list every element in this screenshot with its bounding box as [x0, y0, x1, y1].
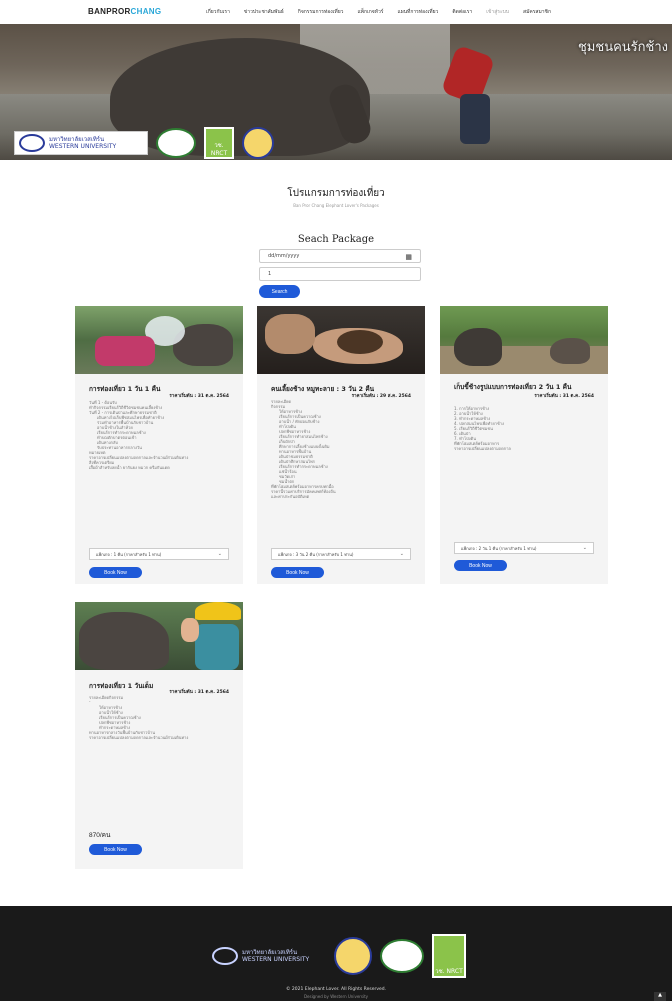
brand-text-accent: CHANG — [130, 7, 162, 16]
date-input[interactable]: dd/mm/yyyy ▦ — [259, 249, 421, 263]
mahout-pants — [460, 94, 490, 144]
package-date: ราคาเริ่มต้น : 31 ต.ค. 2564 — [534, 394, 594, 399]
nrct-text: วช. NRCT — [210, 142, 228, 157]
select-value: แพ็กเกจ : 1 คืน (ราคาสำหรับ 1 ท่าน) — [96, 551, 162, 557]
select-value: แพ็กเกจ : 2 วัน 1 คืน (ราคาสำหรับ 1 ท่าน… — [461, 545, 537, 551]
package-photo — [75, 602, 243, 670]
nrct-logo: วช. NRCT — [432, 934, 466, 978]
package-title: การท่องเที่ยว 1 วัน 1 คืน — [89, 385, 161, 393]
nav-links: เกี่ยวกับเรา ข่าวประชาสัมพันธ์ กิจกรรมกา… — [206, 8, 565, 16]
footer-copyright: © 2021 Elephant Lover. All Rights Reserv… — [285, 987, 387, 992]
package-card: การท่องเที่ยว 1 วันเต็ม ราคาเริ่มต้น : 3… — [75, 602, 243, 869]
package-option-select[interactable]: แพ็กเกจ : 2 วัน 1 คืน (ราคาสำหรับ 1 ท่าน… — [454, 542, 594, 554]
wu-logo-thai: มหาวิทยาลัยเวสเทิร์น — [49, 136, 105, 143]
search-button[interactable]: Search — [259, 285, 300, 298]
package-photo — [75, 306, 243, 374]
wu-logo-en: WESTERN UNIVERSITY — [49, 143, 117, 150]
package-card: เก็บขี้ช้างรูปแบบการท่องเที่ยว 2 วัน 1 ค… — [440, 306, 608, 584]
wu-ring-icon — [19, 134, 45, 152]
package-details: วันที่ 1 - ต้อนรับ ทำกิจกรรมเรียนรู้วิถี… — [89, 399, 229, 469]
footer: มหาวิทยาลัยเวสเทิร์น WESTERN UNIVERSITY … — [0, 906, 672, 1001]
hero-title: ชุมชนคนรักช้าง — [577, 40, 668, 55]
section-subtitle: Ban Pror Chang Elephant Lover's Packages — [293, 203, 379, 208]
green-emblem-logo — [380, 939, 424, 973]
wu-logo-thai: มหาวิทยาลัยเวสเทิร์น — [242, 949, 298, 956]
seal-logo — [334, 937, 372, 975]
partner-logos: มหาวิทยาลัยเวสเทิร์น WESTERN UNIVERSITY … — [14, 127, 274, 159]
chevron-down-icon: ⌄ — [217, 551, 222, 557]
brand-text: BANPROR — [88, 7, 131, 16]
nrct-logo: วช. NRCT — [204, 127, 234, 159]
book-now-button[interactable]: Book Now — [89, 844, 142, 855]
nav-item-contact[interactable]: ติดต่อเรา — [452, 8, 472, 16]
nav-item-news[interactable]: ข่าวประชาสัมพันธ์ — [244, 8, 284, 16]
chevron-down-icon: ⌄ — [582, 545, 587, 551]
nav-item-packages[interactable]: แพ็กเกจทัวร์ — [357, 8, 383, 16]
package-option-select[interactable]: แพ็กเกจ : 3 วัน 2 คืน (ราคาสำหรับ 1 ท่าน… — [271, 548, 411, 560]
date-input-value: dd/mm/yyyy — [268, 253, 300, 259]
seal-logo — [242, 127, 274, 159]
book-now-button[interactable]: Book Now — [271, 567, 324, 578]
footer-logos: มหาวิทยาลัยเวสเทิร์น WESTERN UNIVERSITY … — [208, 934, 466, 978]
scroll-to-top-button[interactable]: ▲ — [654, 992, 666, 1001]
detail-line: เสื้อผ้าสำหรับลุยน้ำ ยากันยุง หมวก ครีมก… — [89, 465, 170, 469]
package-title: การท่องเที่ยว 1 วันเต็ม — [89, 682, 154, 690]
search-title: Seach Package — [297, 234, 375, 245]
package-title: เก็บขี้ช้างรูปแบบการท่องเที่ยว 2 วัน 1 ค… — [454, 383, 572, 391]
book-now-button[interactable]: Book Now — [454, 560, 507, 571]
detail-line: และค่าประกันอุบัติเหตุ — [271, 494, 310, 498]
nav-item-map[interactable]: แผนที่การท่องเที่ยว — [397, 8, 438, 16]
package-details: รายละเอียด กิจกรรม ให้อาหารช้าง เรียนรู้… — [271, 398, 411, 498]
people-input[interactable]: 1 — [259, 267, 421, 281]
nav-item-about[interactable]: เกี่ยวกับเรา — [206, 8, 230, 16]
chevron-down-icon: ⌄ — [399, 551, 404, 557]
wu-logo-en: WESTERN UNIVERSITY — [242, 956, 310, 963]
select-value: แพ็กเกจ : 3 วัน 2 คืน (ราคาสำหรับ 1 ท่าน… — [278, 551, 354, 557]
nav-item-register[interactable]: สมัครสมาชิก — [523, 8, 551, 16]
package-card: การท่องเที่ยว 1 วัน 1 คืน ราคาเริ่มต้น :… — [75, 306, 243, 584]
package-details: รายละเอียดกิจกรรม - ให้อาหารช้าง อาบน้ำใ… — [89, 694, 229, 739]
detail-line: ราคาอาจเปลี่ยนแปลงตามฤดูกาล — [454, 446, 511, 450]
wu-ring-icon — [212, 947, 238, 965]
western-university-logo: มหาวิทยาลัยเวสเทิร์น WESTERN UNIVERSITY — [208, 945, 326, 967]
detail-line: ราคาอาจเปลี่ยนแปลงตามฤดูกาลและจำนวนผู้ร่… — [89, 735, 189, 739]
package-details: 1. การให้อาหารช้าง 2. อาบน้ำให้ช้าง 3. ท… — [454, 405, 594, 450]
nav-item-login[interactable]: เข้าสู่ระบบ — [486, 8, 509, 16]
package-card: คนเลี้ยงช้าง หมูทะลาย : 3 วัน 2 คืน ราคา… — [257, 306, 425, 584]
book-now-button[interactable]: Book Now — [89, 567, 142, 578]
package-date: ราคาเริ่มต้น : 31 ต.ค. 2564 — [169, 394, 229, 399]
chevron-up-icon: ▲ — [658, 992, 662, 998]
footer-credit: Designed by Western University — [303, 994, 369, 999]
green-emblem-logo — [156, 128, 196, 158]
navbar: BANPRORCHANG เกี่ยวกับเรา ข่าวประชาสัมพั… — [0, 0, 672, 24]
package-photo — [257, 306, 425, 374]
people-input-value: 1 — [268, 271, 272, 277]
western-university-logo: มหาวิทยาลัยเวสเทิร์น WESTERN UNIVERSITY — [14, 131, 148, 155]
brand-logo[interactable]: BANPRORCHANG — [88, 7, 161, 16]
calendar-icon[interactable]: ▦ — [405, 253, 412, 261]
package-photo — [440, 306, 608, 374]
hero-banner: ชุมชนคนรักช้าง มหาวิทยาลัยเวสเทิร์น WEST… — [0, 24, 672, 160]
section-title: โปรแกรมการท่องเที่ยว — [287, 188, 385, 199]
nav-item-activities[interactable]: กิจกรรมการท่องเที่ยว — [298, 8, 344, 16]
nrct-text: วช. NRCT — [435, 968, 463, 975]
mahout-graphic — [430, 36, 510, 146]
package-price: 870/คน — [89, 832, 111, 839]
package-option-select[interactable]: แพ็กเกจ : 1 คืน (ราคาสำหรับ 1 ท่าน) ⌄ — [89, 548, 229, 560]
